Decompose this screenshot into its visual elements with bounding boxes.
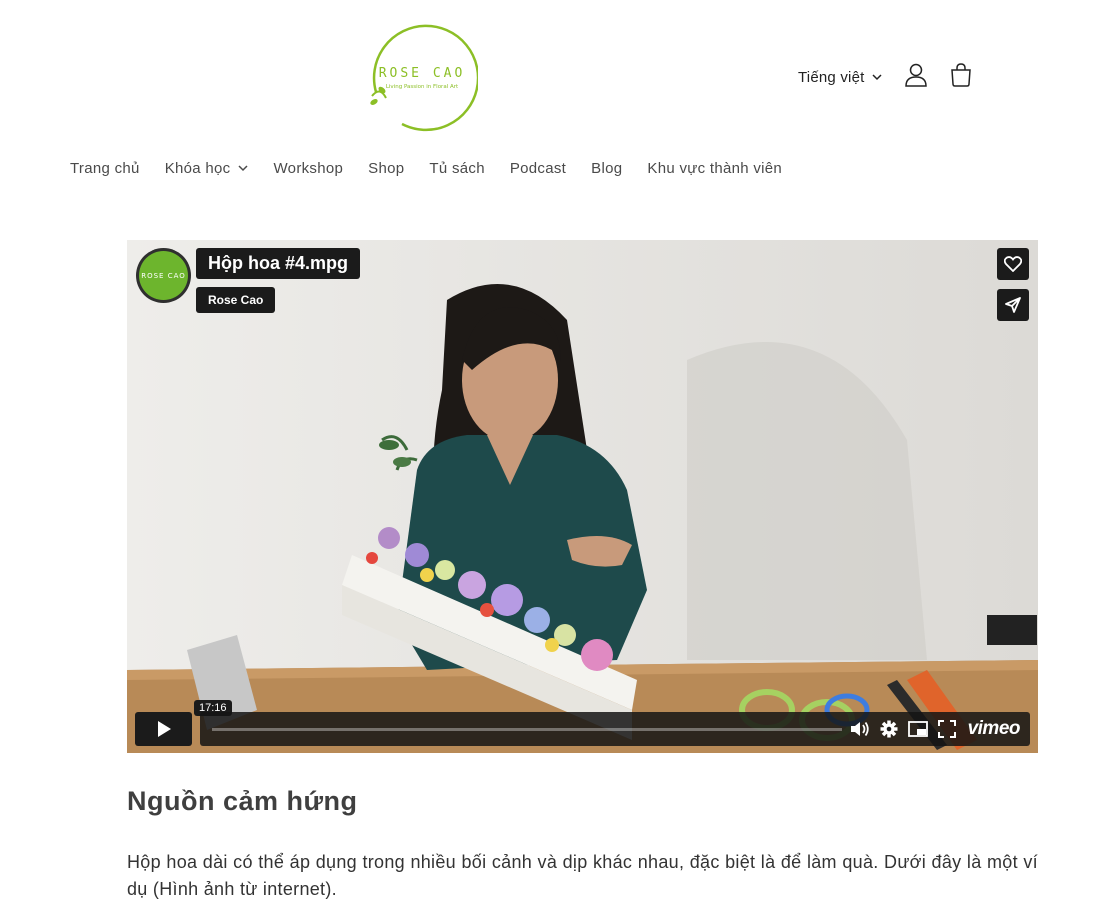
settings-icon xyxy=(880,720,898,738)
nav-item-courses[interactable]: Khóa học xyxy=(165,160,249,177)
video-player[interactable]: ROSE CAO Hộp hoa #4.mpg Rose Cao 17:16 v… xyxy=(127,240,1038,753)
nav-item-members[interactable]: Khu vực thành viên xyxy=(647,160,782,177)
video-author[interactable]: Rose Cao xyxy=(196,287,276,313)
nav-item-label: Workshop xyxy=(273,160,344,177)
nav-item-bookshelf[interactable]: Tủ sách xyxy=(429,160,484,177)
like-button[interactable] xyxy=(997,248,1029,280)
chevron-down-icon xyxy=(238,165,249,172)
section-heading: Nguồn cảm hứng xyxy=(127,786,358,816)
header-actions: Tiếng việt xyxy=(798,60,883,94)
settings-button[interactable] xyxy=(880,720,898,738)
volume-icon xyxy=(850,721,869,737)
play-icon xyxy=(157,721,171,737)
nav-item-podcast[interactable]: Podcast xyxy=(510,160,566,177)
nav-item-label: Blog xyxy=(591,160,623,177)
fullscreen-icon xyxy=(937,720,956,738)
nav-item-label: Podcast xyxy=(509,160,567,177)
language-selector[interactable]: Tiếng việt xyxy=(798,68,883,86)
language-label: Tiếng việt xyxy=(798,68,865,86)
pip-button[interactable] xyxy=(907,721,928,737)
nav-item-label: Khóa học xyxy=(164,160,231,177)
fullscreen-button[interactable] xyxy=(937,720,956,738)
nav-item-label: Shop xyxy=(368,160,405,177)
pip-icon xyxy=(907,721,928,737)
brand-logo[interactable]: ROSE CAO Living Passion in Floral Art xyxy=(362,20,480,134)
nav-item-blog[interactable]: Blog xyxy=(591,160,622,177)
nav-item-label: Trang chủ xyxy=(70,160,140,177)
progress-bar[interactable] xyxy=(212,728,842,731)
player-controls: vimeo xyxy=(135,712,1030,746)
share-icon xyxy=(1005,297,1021,313)
vimeo-logo[interactable]: vimeo xyxy=(968,718,1021,740)
nav-item-workshop[interactable]: Workshop xyxy=(273,160,343,177)
nav-item-home[interactable]: Trang chủ xyxy=(70,160,140,177)
control-bar: vimeo xyxy=(200,712,1030,746)
nav-item-label: Tủ sách xyxy=(429,160,485,177)
logo-tagline: Living Passion in Floral Art xyxy=(386,84,459,90)
cart-icon[interactable] xyxy=(949,62,973,88)
share-button[interactable] xyxy=(997,289,1029,321)
account-icon[interactable] xyxy=(904,62,928,88)
logo-name: ROSE CAO xyxy=(379,66,466,81)
chevron-down-icon xyxy=(872,73,883,80)
main-nav: Trang chủ Khóa học Workshop Shop Tủ sách… xyxy=(70,160,807,177)
control-icons: vimeo xyxy=(840,712,1021,746)
article-paragraph: Hộp hoa dài có thể áp dụng trong nhiều b… xyxy=(127,852,1038,899)
nav-item-label: Khu vực thành viên xyxy=(647,160,783,177)
video-title[interactable]: Hộp hoa #4.mpg xyxy=(196,248,361,279)
avatar-text: ROSE CAO xyxy=(141,271,186,280)
play-button[interactable] xyxy=(135,712,192,746)
author-avatar[interactable]: ROSE CAO xyxy=(136,248,191,303)
video-frame xyxy=(127,240,1038,753)
nav-item-shop[interactable]: Shop xyxy=(368,160,404,177)
heart-icon xyxy=(1004,256,1022,272)
volume-button[interactable] xyxy=(850,720,870,738)
